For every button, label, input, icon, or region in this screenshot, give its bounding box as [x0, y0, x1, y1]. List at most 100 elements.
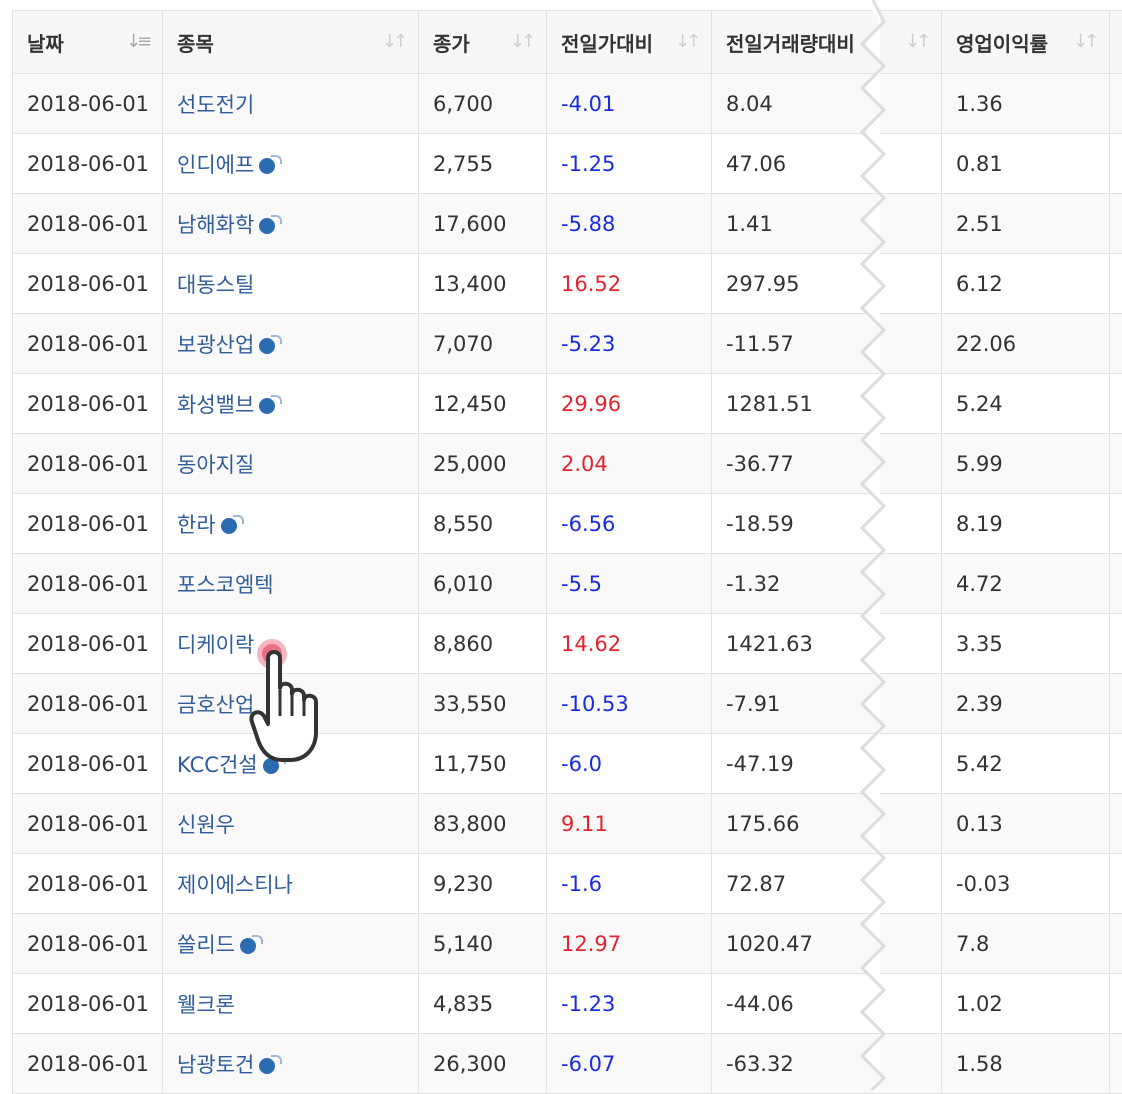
- cell-stock[interactable]: 신원우: [163, 794, 419, 854]
- cell-stock[interactable]: 보광산업: [163, 314, 419, 374]
- stock-link[interactable]: KCC건설: [177, 753, 258, 777]
- table-row[interactable]: 2018-06-01쏠리드5,14012.971020.477.8: [13, 914, 1122, 974]
- sort-icon[interactable]: ↓↑: [905, 31, 927, 53]
- cell-stock[interactable]: 포스코엠텍: [163, 554, 419, 614]
- column-header-volume-change[interactable]: 전일거래량대비↓↑: [712, 11, 942, 74]
- cell-date: 2018-06-01: [13, 434, 163, 494]
- cell-close: 8,860: [419, 614, 547, 674]
- cell-stock[interactable]: 남광토건: [163, 1034, 419, 1094]
- table-row[interactable]: 2018-06-01제이에스티나9,230-1.672.87-0.03: [13, 854, 1122, 914]
- cell-date: 2018-06-01: [13, 254, 163, 314]
- table-row[interactable]: 2018-06-01한라8,550-6.56-18.598.19: [13, 494, 1122, 554]
- cell-stock[interactable]: 금호산업: [163, 674, 419, 734]
- cell-close: 8,550: [419, 494, 547, 554]
- cell-overflow: [1110, 434, 1122, 494]
- cell-price-change: 12.97: [547, 914, 712, 974]
- table-row[interactable]: 2018-06-01신원우83,8009.11175.660.13: [13, 794, 1122, 854]
- cell-price-change: -1.23: [547, 974, 712, 1034]
- cell-volume-change: 175.66: [712, 794, 942, 854]
- cell-stock[interactable]: 쏠리드: [163, 914, 419, 974]
- cell-op-margin: 4.72: [942, 554, 1110, 614]
- table-row[interactable]: 2018-06-01화성밸브12,45029.961281.515.24: [13, 374, 1122, 434]
- cell-stock[interactable]: 동아지질: [163, 434, 419, 494]
- cell-date: 2018-06-01: [13, 614, 163, 674]
- cell-stock[interactable]: 선도전기: [163, 74, 419, 134]
- cell-stock[interactable]: 제이에스티나: [163, 854, 419, 914]
- cell-close: 25,000: [419, 434, 547, 494]
- table-row[interactable]: 2018-06-01포스코엠텍6,010-5.5-1.324.72: [13, 554, 1122, 614]
- stock-link[interactable]: 한라: [177, 513, 216, 537]
- cell-price-change: -5.23: [547, 314, 712, 374]
- stock-link[interactable]: 선도전기: [177, 93, 254, 117]
- cell-volume-change: 72.87: [712, 854, 942, 914]
- cell-stock[interactable]: 남해화학: [163, 194, 419, 254]
- table-row[interactable]: 2018-06-01디케이락8,86014.621421.633.35: [13, 614, 1122, 674]
- stock-link[interactable]: 보광산업: [177, 333, 254, 357]
- table-row[interactable]: 2018-06-01웰크론4,835-1.23-44.061.02: [13, 974, 1122, 1034]
- stock-link[interactable]: 인디에프: [177, 153, 254, 177]
- stock-link[interactable]: 디케이락: [177, 633, 254, 657]
- cell-op-margin: 5.42: [942, 734, 1110, 794]
- table-row[interactable]: 2018-06-01인디에프2,755-1.2547.060.81: [13, 134, 1122, 194]
- cell-price-change: -4.01: [547, 74, 712, 134]
- cell-close: 11,750: [419, 734, 547, 794]
- stock-link[interactable]: 남광토건: [177, 1053, 254, 1077]
- column-header-name[interactable]: 종목↓↑: [163, 11, 419, 74]
- cell-date: 2018-06-01: [13, 854, 163, 914]
- cell-volume-change: -18.59: [712, 494, 942, 554]
- cell-overflow: [1110, 314, 1122, 374]
- stock-link[interactable]: 웰크론: [177, 993, 235, 1017]
- cell-date: 2018-06-01: [13, 134, 163, 194]
- stock-link[interactable]: 제이에스티나: [177, 873, 293, 897]
- stock-link[interactable]: 신원우: [177, 813, 235, 837]
- stock-link[interactable]: 쏠리드: [177, 933, 235, 957]
- sort-icon[interactable]: ↓↑: [510, 31, 532, 53]
- table-row[interactable]: 2018-06-01금호산업33,550-10.53-7.912.39: [13, 674, 1122, 734]
- column-header-overflow: [1110, 11, 1122, 74]
- table-row[interactable]: 2018-06-01보광산업7,070-5.23-11.5722.06: [13, 314, 1122, 374]
- sort-icon[interactable]: ↓↑: [382, 31, 404, 53]
- cell-volume-change: -1.32: [712, 554, 942, 614]
- table-row[interactable]: 2018-06-01대동스틸13,40016.52297.956.12: [13, 254, 1122, 314]
- cell-stock[interactable]: 웰크론: [163, 974, 419, 1034]
- cell-stock[interactable]: 화성밸브: [163, 374, 419, 434]
- cell-overflow: [1110, 794, 1122, 854]
- stock-link[interactable]: 대동스틸: [177, 273, 254, 297]
- table-row[interactable]: 2018-06-01남광토건26,300-6.07-63.321.58: [13, 1034, 1122, 1094]
- stock-link[interactable]: 금호산업: [177, 693, 254, 717]
- column-header-close[interactable]: 종가↓↑: [419, 11, 547, 74]
- column-header-op-margin[interactable]: 영업이익률↓↑: [942, 11, 1110, 74]
- cell-stock[interactable]: 한라: [163, 494, 419, 554]
- table-row[interactable]: 2018-06-01선도전기6,700-4.018.041.36: [13, 74, 1122, 134]
- cell-op-margin: 0.13: [942, 794, 1110, 854]
- cell-price-change: 16.52: [547, 254, 712, 314]
- stock-link[interactable]: 동아지질: [177, 453, 254, 477]
- cell-overflow: [1110, 734, 1122, 794]
- cell-volume-change: 47.06: [712, 134, 942, 194]
- cell-price-change: -10.53: [547, 674, 712, 734]
- sort-desc-icon[interactable]: ↓≡: [126, 31, 148, 53]
- cell-stock[interactable]: 대동스틸: [163, 254, 419, 314]
- stock-link[interactable]: 화성밸브: [177, 393, 254, 417]
- column-header-price-change[interactable]: 전일가대비↓↑: [547, 11, 712, 74]
- table-row[interactable]: 2018-06-01동아지질25,0002.04-36.775.99: [13, 434, 1122, 494]
- cell-overflow: [1110, 614, 1122, 674]
- cell-stock[interactable]: 디케이락: [163, 614, 419, 674]
- bomb-icon: [262, 755, 286, 775]
- cell-date: 2018-06-01: [13, 794, 163, 854]
- cell-op-margin: 5.99: [942, 434, 1110, 494]
- table-row[interactable]: 2018-06-01남해화학17,600-5.881.412.51: [13, 194, 1122, 254]
- sort-icon[interactable]: ↓↑: [1073, 31, 1095, 53]
- cell-date: 2018-06-01: [13, 194, 163, 254]
- cell-volume-change: -11.57: [712, 314, 942, 374]
- column-header-date[interactable]: 날짜↓≡: [13, 11, 163, 74]
- cell-close: 6,010: [419, 554, 547, 614]
- stock-link[interactable]: 포스코엠텍: [177, 573, 274, 597]
- cell-close: 2,755: [419, 134, 547, 194]
- cell-stock[interactable]: 인디에프: [163, 134, 419, 194]
- table-row[interactable]: 2018-06-01KCC건설11,750-6.0-47.195.42: [13, 734, 1122, 794]
- cell-stock[interactable]: KCC건설: [163, 734, 419, 794]
- stock-link[interactable]: 남해화학: [177, 213, 254, 237]
- cell-op-margin: 2.51: [942, 194, 1110, 254]
- sort-icon[interactable]: ↓↑: [675, 31, 697, 53]
